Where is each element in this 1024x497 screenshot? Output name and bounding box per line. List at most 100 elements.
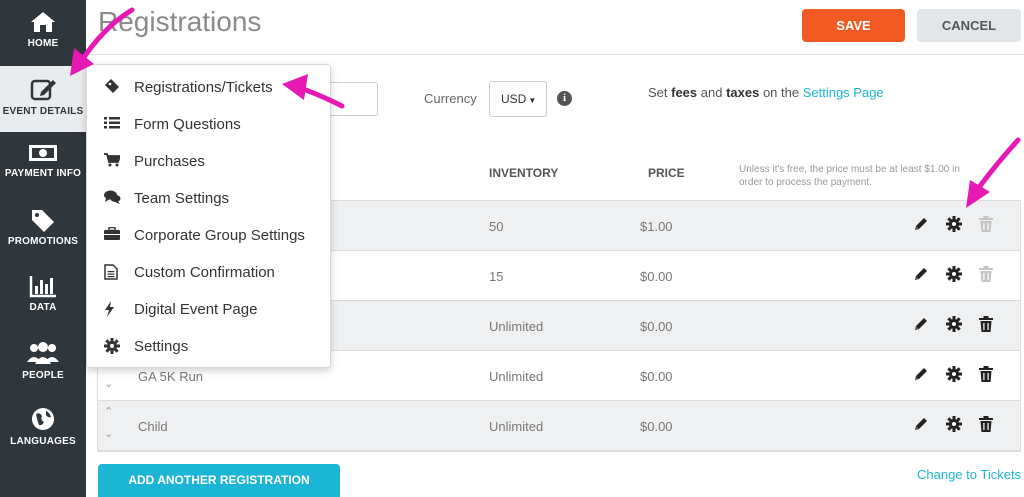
menu-item-settings[interactable]: Settings xyxy=(87,327,330,364)
delete-button[interactable] xyxy=(979,266,993,287)
edit-button[interactable] xyxy=(913,266,929,287)
price-note-line: Unless it's free, the price must be at l… xyxy=(739,164,960,175)
price-note-line: order to process the payment. xyxy=(739,177,872,188)
delete-button[interactable] xyxy=(979,216,993,237)
sidebar-item-label: DATA xyxy=(29,302,57,313)
chevron-down-icon[interactable]: ⌄ xyxy=(104,429,113,440)
row-inventory: 15 xyxy=(489,269,504,284)
pencil-icon xyxy=(915,368,927,380)
trash-icon xyxy=(979,316,993,332)
price-column-header: PRICE xyxy=(648,166,685,180)
menu-item-label: Team Settings xyxy=(134,190,230,207)
trash-icon xyxy=(979,266,993,282)
settings-button[interactable] xyxy=(946,366,962,387)
pencil-icon xyxy=(915,418,927,430)
table-row: ⌃ ⌄ Child Unlimited $0.00 xyxy=(98,401,1020,451)
sidebar-item-event-details[interactable]: EVENT DETAILS xyxy=(0,66,86,132)
fees-note-text: Set xyxy=(648,85,672,100)
save-button[interactable]: SAVE xyxy=(802,9,905,42)
row-price: $0.00 xyxy=(640,369,673,384)
sidebar-item-payment-info[interactable]: PAYMENT INFO xyxy=(0,132,86,198)
menu-item-registrations-tickets[interactable]: Registrations/Tickets xyxy=(87,68,330,105)
settings-button[interactable] xyxy=(946,316,962,337)
menu-item-label: Purchases xyxy=(134,153,205,170)
briefcase-icon xyxy=(104,227,120,240)
trash-icon xyxy=(979,416,993,432)
partially-hidden-input[interactable] xyxy=(330,82,378,116)
currency-label: Currency xyxy=(424,91,477,106)
gear-icon xyxy=(946,266,962,282)
menu-item-label: Digital Event Page xyxy=(134,301,258,318)
people-icon xyxy=(27,342,59,364)
delete-button[interactable] xyxy=(979,416,993,437)
sidebar-item-data[interactable]: DATA xyxy=(0,264,86,330)
gear-icon xyxy=(946,366,962,382)
settings-page-link[interactable]: Settings Page xyxy=(803,85,884,100)
menu-item-corporate-group-settings[interactable]: Corporate Group Settings xyxy=(87,216,330,253)
bolt-icon xyxy=(105,301,114,317)
sidebar-item-label: EVENT DETAILS xyxy=(2,106,84,117)
menu-item-digital-event-page[interactable]: Digital Event Page xyxy=(87,290,330,327)
trash-icon xyxy=(979,366,993,382)
edit-button[interactable] xyxy=(913,416,929,437)
sidebar-item-label: LANGUAGES xyxy=(10,436,76,447)
sidebar-item-promotions[interactable]: PROMOTIONS xyxy=(0,198,86,264)
sidebar-item-home[interactable]: HOME xyxy=(0,0,86,66)
sidebar-item-label: PROMOTIONS xyxy=(7,236,79,247)
info-icon[interactable]: i xyxy=(557,91,572,106)
edit-button[interactable] xyxy=(913,316,929,337)
home-icon xyxy=(31,12,55,32)
edit-button[interactable] xyxy=(913,366,929,387)
row-inventory: Unlimited xyxy=(489,369,544,384)
pencil-icon xyxy=(915,218,927,230)
menu-item-label: Registrations/Tickets xyxy=(134,79,273,96)
header-divider xyxy=(86,54,1024,55)
list-icon xyxy=(104,117,120,129)
price-note: Unless it's free, the price must be at l… xyxy=(739,163,1019,189)
sidebar-item-languages[interactable]: LANGUAGES xyxy=(0,396,86,462)
money-icon xyxy=(29,145,57,161)
menu-item-form-questions[interactable]: Form Questions xyxy=(87,105,330,142)
fees-word: fees xyxy=(671,85,698,100)
chevron-down-icon[interactable]: ⌄ xyxy=(104,379,113,390)
menu-item-custom-confirmation[interactable]: Custom Confirmation xyxy=(87,253,330,290)
page-title: Registrations xyxy=(98,6,262,37)
inventory-column-header: INVENTORY xyxy=(489,166,559,180)
delete-button[interactable] xyxy=(979,316,993,337)
menu-item-purchases[interactable]: Purchases xyxy=(87,142,330,179)
fees-note-text: and xyxy=(697,85,727,100)
settings-button[interactable] xyxy=(946,266,962,287)
cart-icon xyxy=(104,153,120,167)
chevron-up-icon[interactable]: ⌃ xyxy=(104,407,113,418)
add-registration-button[interactable]: ADD ANOTHER REGISTRATION xyxy=(98,464,340,497)
gear-icon xyxy=(946,416,962,432)
pencil-icon xyxy=(915,268,927,280)
edit-icon xyxy=(30,79,56,101)
currency-select[interactable]: USD ▼ xyxy=(489,81,547,117)
row-inventory: Unlimited xyxy=(489,419,544,434)
menu-item-label: Corporate Group Settings xyxy=(134,227,305,244)
menu-item-team-settings[interactable]: Team Settings xyxy=(87,179,330,216)
document-icon xyxy=(104,264,118,280)
menu-item-label: Form Questions xyxy=(134,116,241,133)
pencil-icon xyxy=(915,318,927,330)
trash-icon xyxy=(979,216,993,232)
gear-icon xyxy=(946,316,962,332)
comments-icon xyxy=(104,190,121,204)
settings-button[interactable] xyxy=(946,416,962,437)
delete-button[interactable] xyxy=(979,366,993,387)
row-price: $0.00 xyxy=(640,319,673,334)
currency-value: USD xyxy=(501,92,527,106)
cancel-button[interactable]: CANCEL xyxy=(917,9,1021,42)
settings-button[interactable] xyxy=(946,216,962,237)
row-inventory: 50 xyxy=(489,219,504,234)
row-price: $0.00 xyxy=(640,419,673,434)
change-to-tickets-link[interactable]: Change to Tickets xyxy=(917,467,1021,482)
event-details-dropdown: Registrations/Tickets Form Questions Pur… xyxy=(86,64,331,368)
menu-item-label: Settings xyxy=(134,338,189,355)
gear-icon xyxy=(104,338,120,354)
row-name: Child xyxy=(138,419,168,434)
sidebar: HOME EVENT DETAILS PAYMENT INFO PROMOTIO… xyxy=(0,0,86,497)
edit-button[interactable] xyxy=(913,216,929,237)
sidebar-item-people[interactable]: PEOPLE xyxy=(0,330,86,396)
